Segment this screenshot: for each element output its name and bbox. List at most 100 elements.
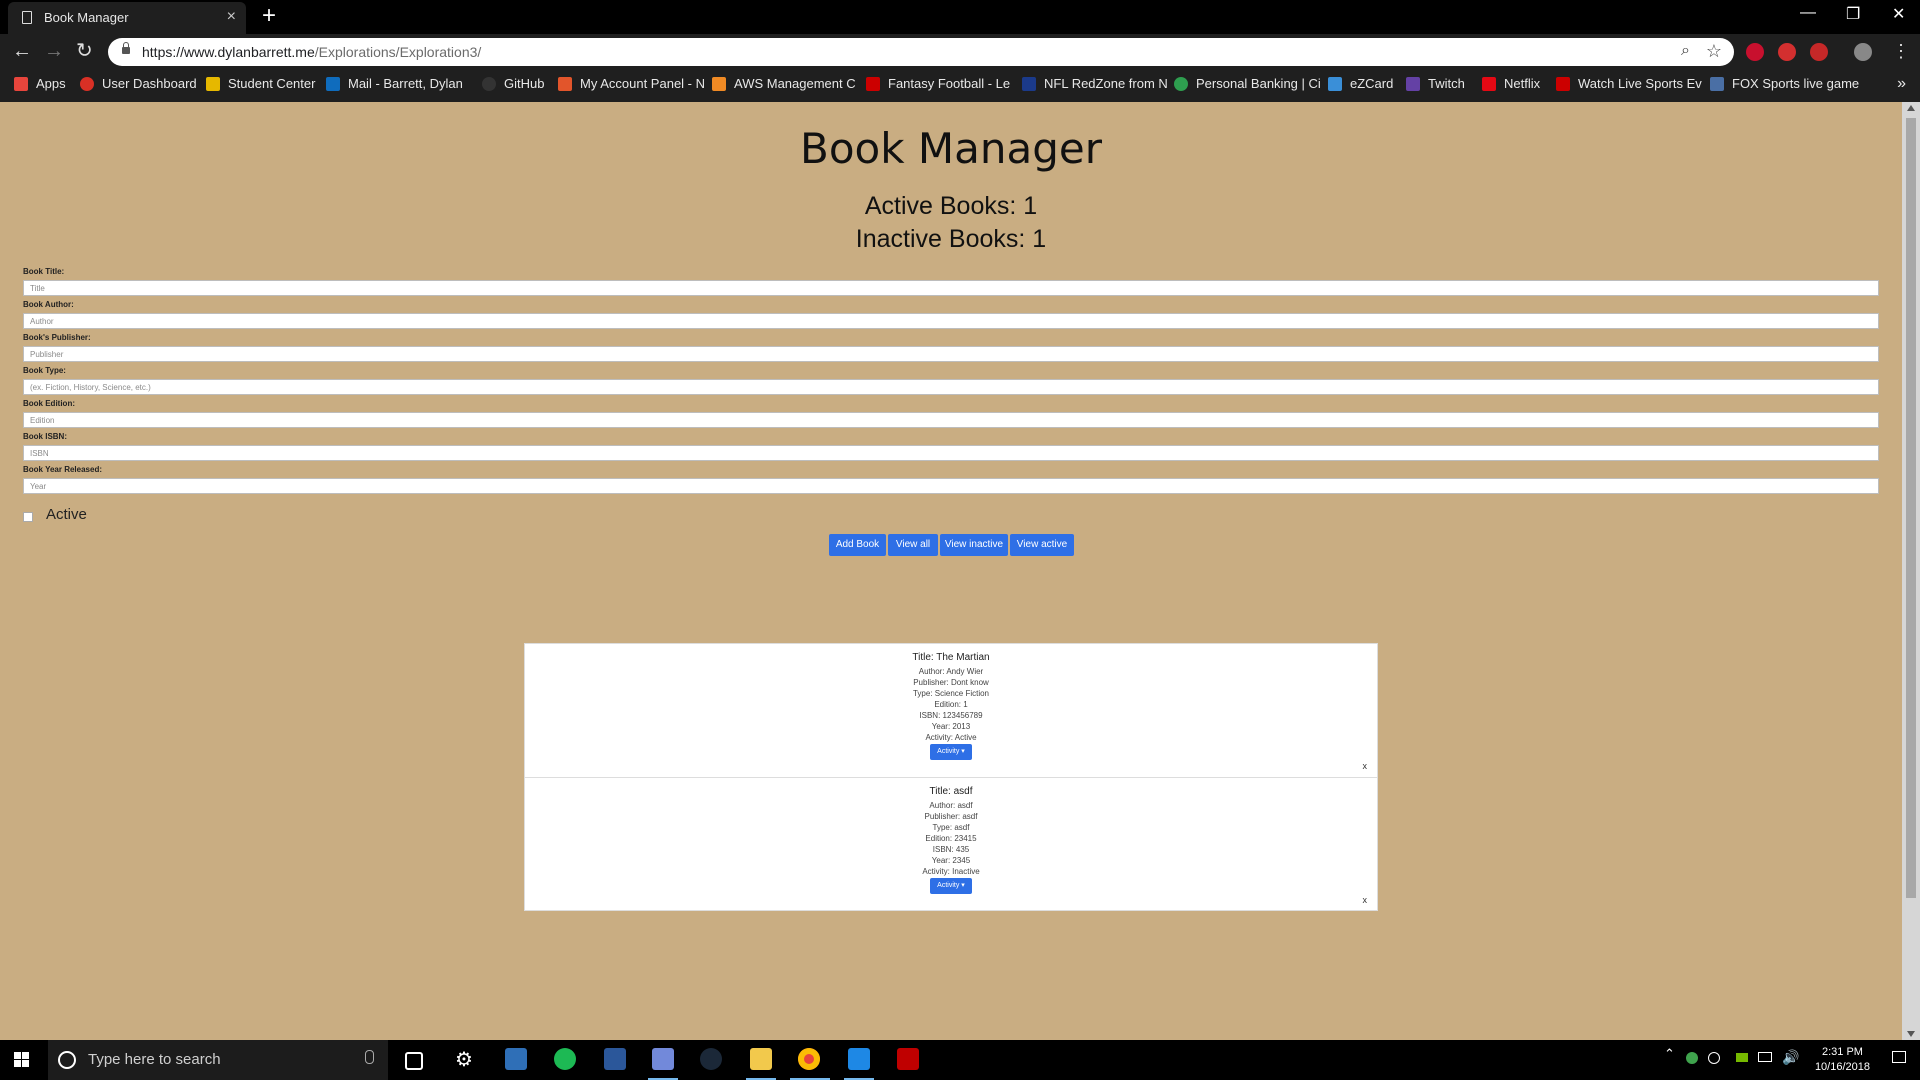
tray-expand-icon[interactable]: ⌃: [1664, 1046, 1675, 1062]
remove-book-button[interactable]: x: [1363, 895, 1368, 905]
forward-icon[interactable]: →: [44, 40, 64, 62]
book-type-input[interactable]: [23, 379, 1879, 395]
book-isbn-input[interactable]: [23, 445, 1879, 461]
bookmark-github[interactable]: GitHub: [482, 76, 544, 91]
profile-avatar-icon[interactable]: [1854, 43, 1872, 61]
bookmark-mail[interactable]: Mail - Barrett, Dylan: [326, 76, 463, 91]
book-author: Author: asdf: [929, 801, 973, 810]
bookmark-account-panel[interactable]: My Account Panel - N: [558, 76, 705, 91]
bookmark-user-dashboard[interactable]: User Dashboard: [80, 76, 197, 91]
network-icon[interactable]: [1758, 1052, 1772, 1062]
book-card: Title: The Martian Author: Andy Wier Pub…: [525, 644, 1377, 777]
url-text: https://www.dylanbarrett.me/Explorations…: [142, 44, 482, 60]
scrollbar-thumb[interactable]: [1906, 118, 1916, 898]
minimize-icon[interactable]: —: [1800, 4, 1816, 22]
chrome-icon[interactable]: [798, 1048, 820, 1070]
adblock-extension-icon[interactable]: [1746, 43, 1764, 61]
extension-icon[interactable]: [1778, 43, 1796, 61]
back-icon[interactable]: ←: [12, 40, 32, 62]
fox-sports-icon: [1710, 77, 1724, 91]
zoom-icon[interactable]: ⌕: [1681, 42, 1690, 60]
book-publisher-input[interactable]: [23, 346, 1879, 362]
clock-date: 10/16/2018: [1814, 1061, 1870, 1073]
taskbar-clock[interactable]: 2:31 PM 10/16/2018: [1815, 1045, 1870, 1075]
view-all-button[interactable]: View all: [888, 534, 938, 556]
control-panel-icon[interactable]: [505, 1048, 527, 1070]
account-panel-icon: [558, 77, 572, 91]
book-publisher-label: Book's Publisher:: [23, 333, 91, 342]
github-icon: [482, 77, 496, 91]
book-year-input[interactable]: [23, 478, 1879, 494]
bookmark-apps[interactable]: Apps: [14, 76, 66, 91]
microphone-icon[interactable]: [365, 1050, 374, 1064]
new-tab-button[interactable]: +: [262, 3, 276, 29]
scroll-down-arrow-icon[interactable]: [1907, 1031, 1915, 1037]
bookmark-personal-banking[interactable]: Personal Banking | Ci: [1174, 76, 1321, 91]
add-book-button[interactable]: Add Book: [829, 534, 886, 556]
close-window-icon[interactable]: ✕: [1892, 4, 1905, 24]
inactive-books-count: Inactive Books: 1: [855, 225, 1047, 253]
book-isbn: ISBN: 123456789: [919, 711, 983, 720]
lock-icon: [122, 42, 130, 54]
book-author-input[interactable]: [23, 313, 1879, 329]
book-edition-input[interactable]: [23, 412, 1879, 428]
book-activity: Activity: Active: [925, 733, 977, 742]
book-year: Year: 2013: [931, 722, 971, 731]
reload-icon[interactable]: ↻: [76, 40, 93, 62]
restore-icon[interactable]: ❐: [1846, 4, 1860, 24]
windows-start-icon[interactable]: [14, 1052, 30, 1068]
discord-icon[interactable]: [652, 1048, 674, 1070]
browser-tab[interactable]: Book Manager ×: [8, 2, 246, 34]
bookmark-aws[interactable]: AWS Management C: [712, 76, 856, 91]
tab-close-button[interactable]: ×: [227, 8, 236, 26]
nvidia-icon[interactable]: [1736, 1053, 1748, 1062]
windows-taskbar: Type here to search ⚙ ⌃ 🔊 2:31 PM 10/16/…: [0, 1040, 1920, 1080]
bookmark-fantasy-football[interactable]: Fantasy Football - Le: [866, 76, 1010, 91]
tray-app-icon[interactable]: [1708, 1052, 1720, 1064]
book-edition-label: Book Edition:: [23, 399, 75, 408]
active-checkbox[interactable]: [23, 512, 33, 522]
volume-icon[interactable]: 🔊: [1782, 1049, 1799, 1066]
word-icon[interactable]: [604, 1048, 626, 1070]
bookmark-twitch[interactable]: Twitch: [1406, 76, 1465, 91]
bank-icon: [1174, 77, 1188, 91]
book-type: Type: asdf: [932, 823, 970, 832]
menu-kebab-icon[interactable]: ⋮: [1892, 40, 1910, 62]
activity-dropdown-button[interactable]: Activity ▾: [930, 744, 972, 760]
book-publisher: Publisher: asdf: [924, 812, 978, 821]
app-icon[interactable]: [848, 1048, 870, 1070]
bookmark-ezcard[interactable]: eZCard: [1328, 76, 1393, 91]
book-publisher: Publisher: Dont know: [913, 678, 989, 687]
activity-dropdown-button[interactable]: Activity ▾: [930, 878, 972, 894]
filezilla-icon[interactable]: [897, 1048, 919, 1070]
browser-toolbar: ← → ↻ https://www.dylanbarrett.me/Explor…: [0, 34, 1920, 70]
book-author: Author: Andy Wier: [918, 667, 984, 676]
task-view-icon[interactable]: [405, 1052, 423, 1070]
bookmark-netflix[interactable]: Netflix: [1482, 76, 1540, 91]
tray-app-icon[interactable]: [1686, 1052, 1698, 1064]
spotify-icon[interactable]: [554, 1048, 576, 1070]
book-year: Year: 2345: [931, 856, 971, 865]
book-title-input[interactable]: [23, 280, 1879, 296]
file-explorer-icon[interactable]: [750, 1048, 772, 1070]
bookmark-student-center[interactable]: Student Center: [206, 76, 315, 91]
scroll-up-arrow-icon[interactable]: [1907, 105, 1915, 111]
bookmarks-bar: Apps User Dashboard Student Center Mail …: [0, 70, 1920, 102]
bookmark-watch-live-sports[interactable]: Watch Live Sports Ev: [1556, 76, 1702, 91]
address-bar[interactable]: https://www.dylanbarrett.me/Explorations…: [108, 38, 1734, 66]
bookmark-nfl-redzone[interactable]: NFL RedZone from N: [1022, 76, 1168, 91]
extension-icon[interactable]: [1810, 43, 1828, 61]
view-inactive-button[interactable]: View inactive: [940, 534, 1008, 556]
view-active-button[interactable]: View active: [1010, 534, 1074, 556]
bookmark-fox-sports[interactable]: FOX Sports live game: [1710, 76, 1859, 91]
book-author-label: Book Author:: [23, 300, 74, 309]
settings-gear-icon[interactable]: ⚙: [455, 1047, 477, 1071]
notification-center-icon[interactable]: [1892, 1051, 1906, 1063]
bookmark-star-icon[interactable]: ☆: [1706, 41, 1722, 62]
more-bookmarks-icon[interactable]: »: [1897, 75, 1906, 93]
steam-icon[interactable]: [700, 1048, 722, 1070]
active-books-count: Active Books: 1: [864, 192, 1038, 220]
page-scrollbar[interactable]: [1902, 102, 1920, 1040]
remove-book-button[interactable]: x: [1363, 761, 1368, 771]
taskbar-search-box[interactable]: Type here to search: [48, 1040, 388, 1080]
